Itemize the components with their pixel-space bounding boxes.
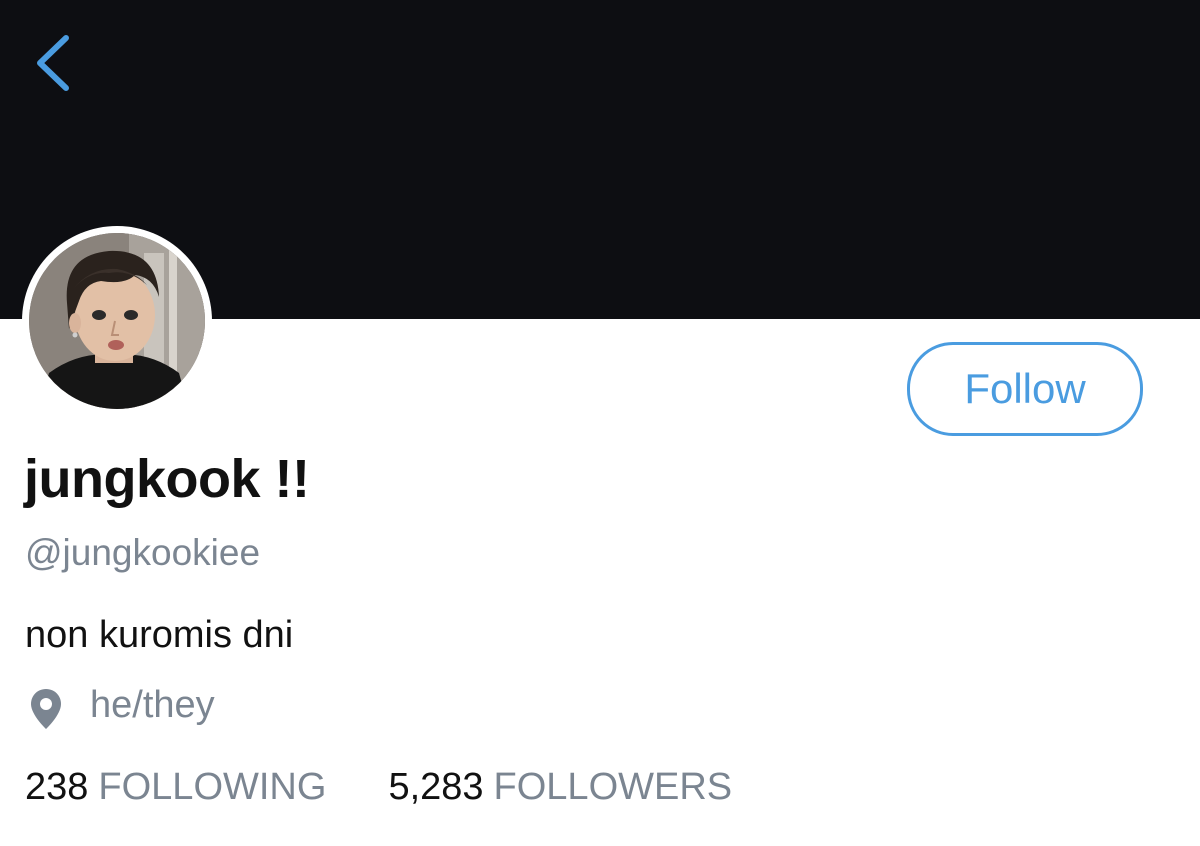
following-count: 238 xyxy=(25,766,89,808)
profile-location: he/they xyxy=(90,684,215,726)
chevron-left-icon xyxy=(37,35,69,91)
follow-button[interactable]: Follow xyxy=(907,342,1143,436)
display-name: jungkook !! xyxy=(24,449,310,509)
back-button[interactable] xyxy=(28,30,78,96)
location-pin-icon xyxy=(31,689,61,729)
avatar[interactable] xyxy=(22,226,212,416)
following-link[interactable]: 238 FOLLOWING xyxy=(25,766,326,809)
followers-count: 5,283 xyxy=(388,766,484,808)
following-label: FOLLOWING xyxy=(98,766,327,808)
profile-photo xyxy=(29,233,205,409)
followers-link[interactable]: 5,283 FOLLOWERS xyxy=(388,766,732,809)
username-handle: @jungkookiee xyxy=(25,532,261,573)
profile-page: Follow jungkook !! @jungkookiee non kuro… xyxy=(0,0,1200,846)
profile-bio: non kuromis dni xyxy=(25,614,294,656)
followers-label: FOLLOWERS xyxy=(493,766,733,808)
profile-stats: 238 FOLLOWING 5,283 FOLLOWERS xyxy=(25,766,732,809)
